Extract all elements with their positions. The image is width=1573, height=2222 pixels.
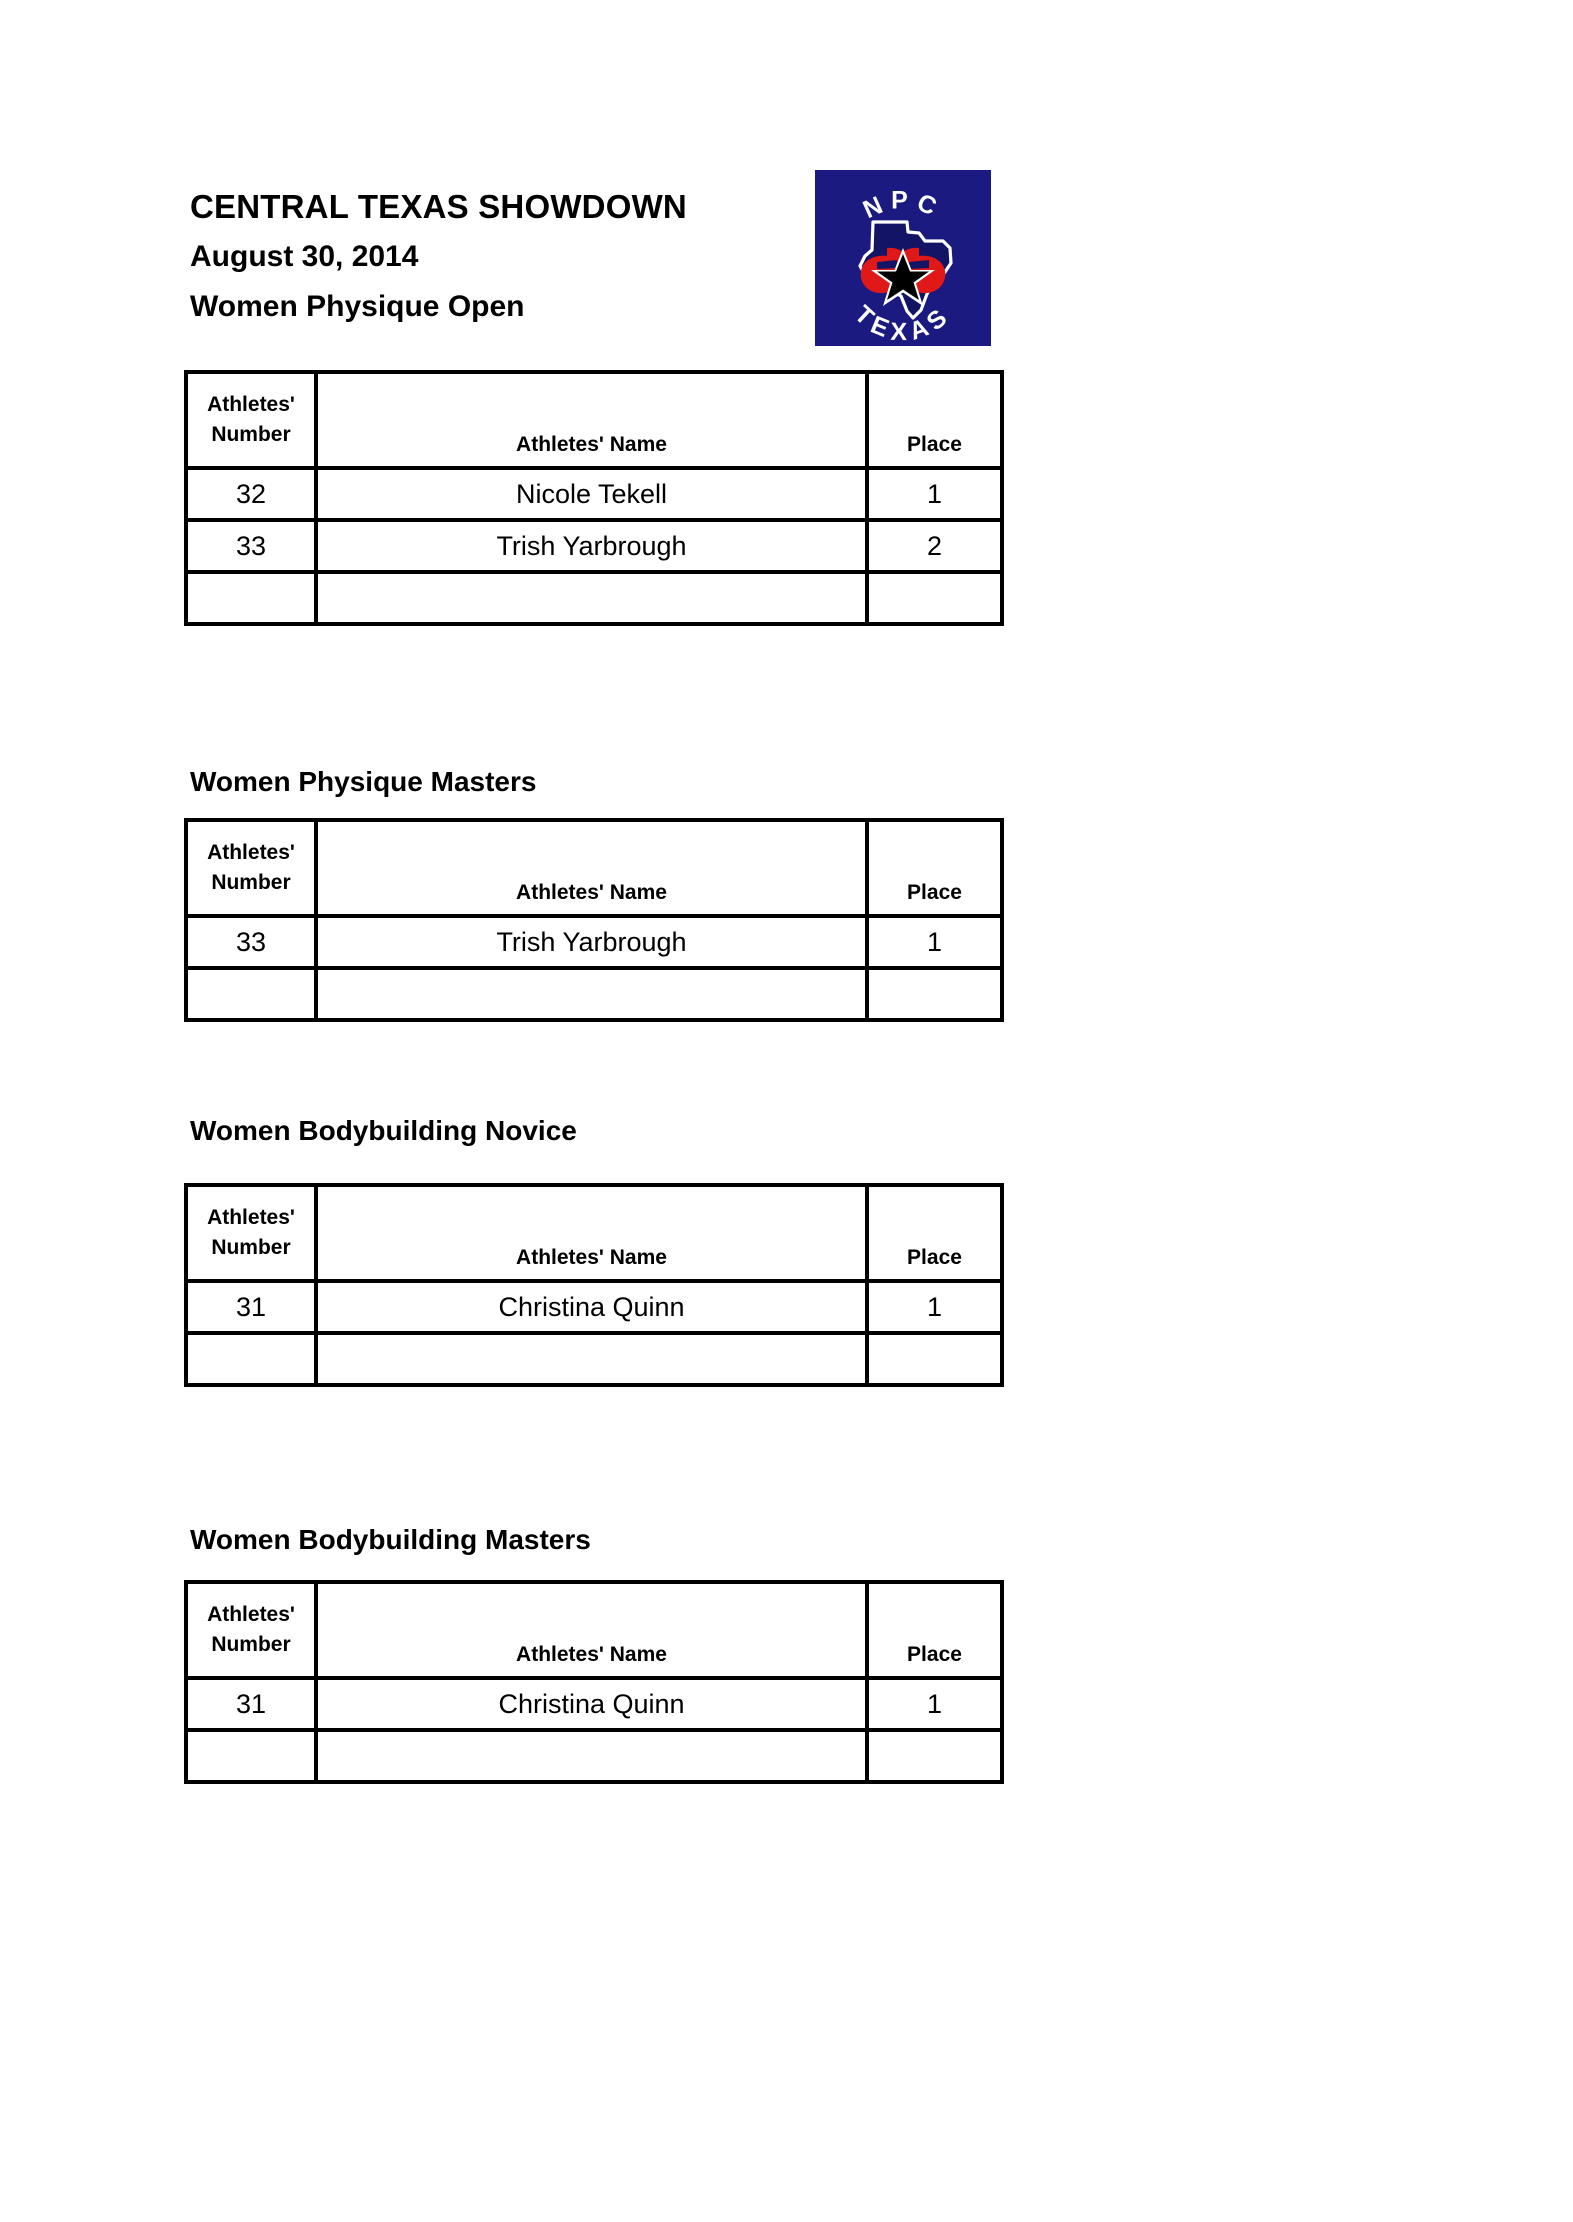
cell-athlete-number [184, 1728, 318, 1784]
results-table-women-physique-open: Athletes' Number Athletes' Name Place 32… [184, 370, 1004, 626]
header-line-1: Athletes' [207, 1206, 295, 1229]
cell-athlete-name [314, 1728, 869, 1784]
column-header-athlete-name: Athletes' Name [314, 370, 869, 470]
column-header-athlete-name: Athletes' Name [314, 818, 869, 918]
column-header-place: Place [865, 370, 1004, 470]
cell-athlete-number [184, 966, 318, 1022]
table-row: 31 Christina Quinn 1 [184, 1279, 1004, 1335]
table-row-empty [184, 1728, 1004, 1784]
results-table-women-bodybuilding-novice: Athletes' Number Athletes' Name Place 31… [184, 1183, 1004, 1387]
cell-place [865, 1728, 1004, 1784]
cell-athlete-number: 32 [184, 466, 318, 522]
cell-athlete-name: Christina Quinn [314, 1279, 869, 1335]
column-header-athlete-name: Athletes' Name [314, 1580, 869, 1680]
cell-athlete-name [314, 966, 869, 1022]
section-heading-women-physique-masters: Women Physique Masters [190, 766, 537, 797]
table-header-row: Athletes' Number Athletes' Name Place [184, 1183, 1004, 1283]
event-date: August 30, 2014 [190, 240, 419, 273]
document-page: CENTRAL TEXAS SHOWDOWN August 30, 2014 W… [0, 0, 1573, 2222]
column-header-athlete-name: Athletes' Name [314, 1183, 869, 1283]
cell-place: 1 [865, 466, 1004, 522]
cell-athlete-number: 31 [184, 1279, 318, 1335]
document-header: CENTRAL TEXAS SHOWDOWN August 30, 2014 W… [190, 182, 790, 332]
npc-texas-logo: NPC TEXAS [815, 170, 991, 346]
column-header-athlete-number: Athletes' Number [184, 370, 318, 470]
table-row-empty [184, 570, 1004, 626]
header-line-2: Number [211, 423, 291, 446]
cell-place: 2 [865, 518, 1004, 574]
header-line-1: Athletes' [207, 393, 295, 416]
table-row-empty [184, 966, 1004, 1022]
column-header-athlete-number: Athletes' Number [184, 1580, 318, 1680]
header-line-2: Number [211, 1236, 291, 1259]
results-table-women-physique-masters: Athletes' Number Athletes' Name Place 33… [184, 818, 1004, 1022]
header-division-label: Women Physique Open [190, 290, 525, 323]
column-header-place: Place [865, 1183, 1004, 1283]
cell-athlete-number: 33 [184, 914, 318, 970]
column-header-athlete-number: Athletes' Number [184, 1183, 318, 1283]
header-line-2: Number [211, 1633, 291, 1656]
cell-place [865, 966, 1004, 1022]
table-row: 33 Trish Yarbrough 1 [184, 914, 1004, 970]
table-header-row: Athletes' Number Athletes' Name Place [184, 370, 1004, 470]
cell-place: 1 [865, 914, 1004, 970]
cell-place [865, 570, 1004, 626]
cell-athlete-name: Nicole Tekell [314, 466, 869, 522]
column-header-place: Place [865, 818, 1004, 918]
cell-athlete-name [314, 1331, 869, 1387]
cell-place [865, 1331, 1004, 1387]
table-row: 33 Trish Yarbrough 2 [184, 518, 1004, 574]
cell-athlete-number [184, 1331, 318, 1387]
cell-place: 1 [865, 1676, 1004, 1732]
table-header-row: Athletes' Number Athletes' Name Place [184, 1580, 1004, 1680]
table-header-row: Athletes' Number Athletes' Name Place [184, 818, 1004, 918]
cell-athlete-name [314, 570, 869, 626]
section-heading-women-bodybuilding-masters: Women Bodybuilding Masters [190, 1524, 591, 1555]
column-header-athlete-number: Athletes' Number [184, 818, 318, 918]
cell-athlete-name: Trish Yarbrough [314, 914, 869, 970]
cell-athlete-name: Christina Quinn [314, 1676, 869, 1732]
column-header-place: Place [865, 1580, 1004, 1680]
cell-place: 1 [865, 1279, 1004, 1335]
header-line-2: Number [211, 871, 291, 894]
section-heading-women-bodybuilding-novice: Women Bodybuilding Novice [190, 1115, 577, 1146]
table-row-empty [184, 1331, 1004, 1387]
cell-athlete-name: Trish Yarbrough [314, 518, 869, 574]
cell-athlete-number: 31 [184, 1676, 318, 1732]
cell-athlete-number [184, 570, 318, 626]
table-row: 32 Nicole Tekell 1 [184, 466, 1004, 522]
results-table-women-bodybuilding-masters: Athletes' Number Athletes' Name Place 31… [184, 1580, 1004, 1784]
table-row: 31 Christina Quinn 1 [184, 1676, 1004, 1732]
cell-athlete-number: 33 [184, 518, 318, 574]
header-line-1: Athletes' [207, 841, 295, 864]
header-line-1: Athletes' [207, 1603, 295, 1626]
page-title: CENTRAL TEXAS SHOWDOWN [190, 188, 687, 225]
